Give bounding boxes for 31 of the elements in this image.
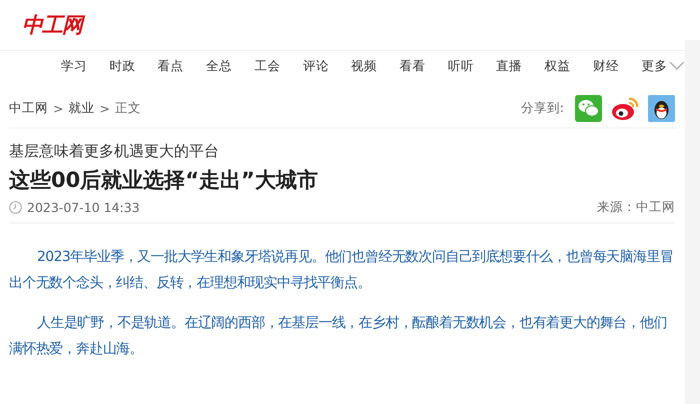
nav-link[interactable]: 看看 <box>400 58 448 74</box>
more-link[interactable]: 更多 <box>641 58 668 74</box>
nav-link[interactable]: 评论 <box>302 58 352 74</box>
article-source: 来源：中工网 <box>597 199 675 216</box>
nav-link[interactable]: 听听 <box>448 58 496 74</box>
article-title: 这些00后就业选择“走出”大城市 <box>9 167 319 194</box>
nav-link[interactable]: 工会 <box>254 58 303 74</box>
chat-bubbles-icon[interactable] <box>575 95 602 122</box>
breadcrumb-link[interactable]: 中工网 <box>9 100 48 117</box>
nav-link[interactable]: 视频 <box>351 58 400 74</box>
nav-link[interactable]: 财经 <box>592 58 642 74</box>
nav-link[interactable]: 直播 <box>496 58 545 74</box>
nav-link[interactable]: 全总 <box>206 58 254 74</box>
scrollbar-track[interactable] <box>685 40 700 404</box>
article-paragraph: 2023年毕业季，又一批大学生和象牙塔说再见。他们也曾经无数次问自己到底想要什么，也曾每天脑海里冒出个无数个念头，纠结、反转，在理想和现实中寻找平衡点。 <box>9 248 674 293</box>
article-paragraph: 人生是旷野，不是轨道。在辽阔的西部，在基层一线，在乡村，酝酿着无数机会，也有着更大的舞台，他们满怀热爱，奔赴山海。 <box>9 314 668 359</box>
nav-link[interactable]: 时政 <box>109 58 158 74</box>
publish-time: 2023-07-10 14:33 <box>27 200 140 215</box>
penguin-icon[interactable] <box>648 95 675 122</box>
breadcrumb-link[interactable]: 就业 <box>68 100 94 117</box>
eye-swirl-icon[interactable] <box>611 96 639 122</box>
clock-icon <box>9 201 22 214</box>
breadcrumb-separator: > <box>53 101 64 116</box>
nav-link[interactable]: 看点 <box>158 58 206 74</box>
nav-link[interactable]: 学习 <box>61 58 110 74</box>
chevron-down-icon[interactable] <box>669 61 685 71</box>
article-subtitle: 基层意味着更多机遇更大的平台 <box>9 142 220 161</box>
breadcrumb-current: 正文 <box>114 100 141 117</box>
nav-link[interactable]: 权益 <box>544 58 593 74</box>
breadcrumb-separator: > <box>99 101 110 116</box>
share-label: 分享到: <box>520 100 564 117</box>
